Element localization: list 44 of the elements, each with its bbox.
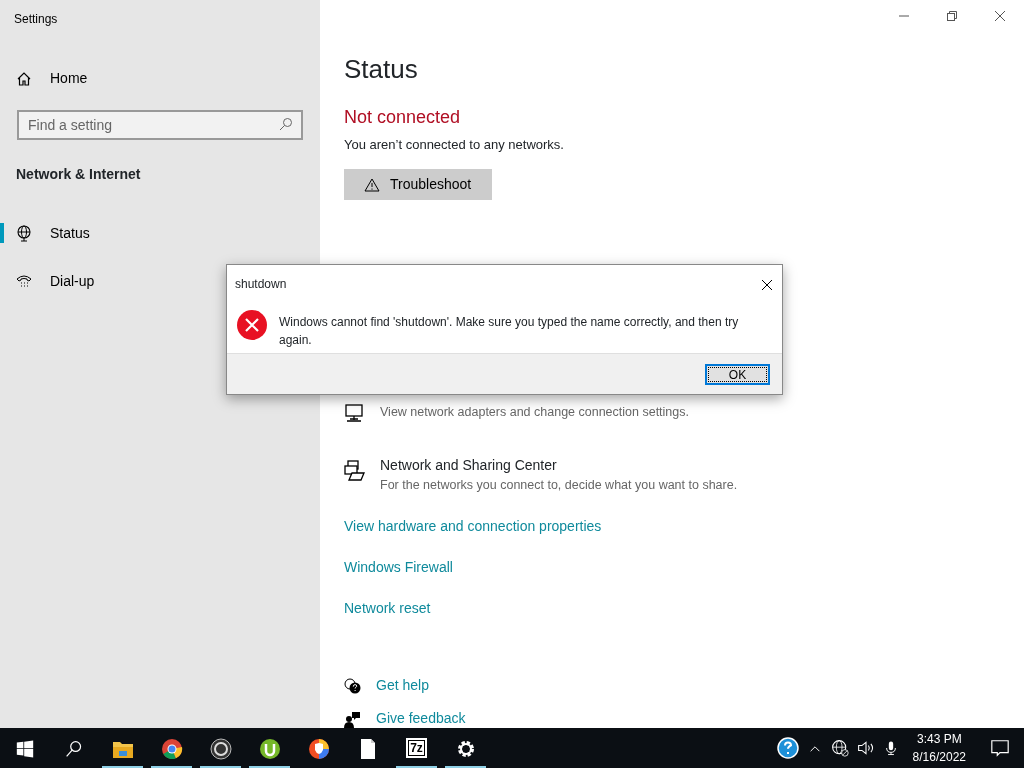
clock-date: 8/16/2022 xyxy=(912,749,966,766)
help-chat-icon xyxy=(344,677,362,696)
speaker-icon[interactable] xyxy=(856,739,875,758)
option-title[interactable]: Network and Sharing Center xyxy=(380,454,738,476)
settings-link[interactable]: Windows Firewall xyxy=(344,557,1024,579)
connection-status: Not connected xyxy=(344,106,462,129)
search-field[interactable]: Find a setting xyxy=(17,110,303,140)
section-heading: Network & Internet xyxy=(16,165,142,184)
page-title: Status xyxy=(344,56,419,82)
feedback-icon xyxy=(344,710,362,729)
shield-browser-icon[interactable] xyxy=(307,737,330,760)
clock-time: 3:43 PM xyxy=(915,731,963,748)
troubleshoot-button[interactable]: Troubleshoot xyxy=(344,168,492,200)
home-link[interactable]: Home xyxy=(50,67,88,89)
recorder-icon[interactable] xyxy=(209,737,232,760)
help-link[interactable]: Give feedback xyxy=(376,708,466,730)
status-description: You aren’t connected to any networks. xyxy=(344,136,565,154)
printer-folder-icon xyxy=(344,460,366,483)
restore-button[interactable] xyxy=(946,10,958,22)
warning-icon xyxy=(364,177,380,192)
notifications-icon[interactable] xyxy=(990,738,1010,758)
search-icon xyxy=(279,117,293,131)
dialog-title: shutdown xyxy=(235,276,287,293)
torrent-icon[interactable] xyxy=(258,737,281,760)
option-description: For the networks you connect to, decide what you want to share. xyxy=(380,476,738,494)
option-description: View network adapters and change connection settings. xyxy=(380,403,689,421)
sidebar-item[interactable]: Status xyxy=(0,213,320,253)
globe-icon[interactable] xyxy=(830,739,849,758)
browser-icon[interactable] xyxy=(160,737,183,760)
help-link[interactable]: Get help xyxy=(376,675,429,697)
window-title: Settings xyxy=(14,11,59,28)
start-button[interactable] xyxy=(15,739,34,758)
search-icon[interactable] xyxy=(64,739,83,758)
help-icon[interactable] xyxy=(776,737,799,759)
settings-link[interactable]: View hardware and connection properties xyxy=(344,516,1024,538)
globe-icon xyxy=(16,225,32,243)
close-button[interactable] xyxy=(994,10,1006,22)
ok-button[interactable]: OK xyxy=(705,363,770,385)
archive-app-button[interactable]: 7z xyxy=(406,738,427,758)
close-button[interactable] xyxy=(761,278,773,291)
error-message: Windows cannot find 'shutdown'. Make sure you typed the name correctly, and then try again. xyxy=(279,314,740,349)
settings-link[interactable]: Network reset xyxy=(344,598,1024,620)
home-icon xyxy=(16,70,32,87)
error-icon xyxy=(237,310,267,340)
